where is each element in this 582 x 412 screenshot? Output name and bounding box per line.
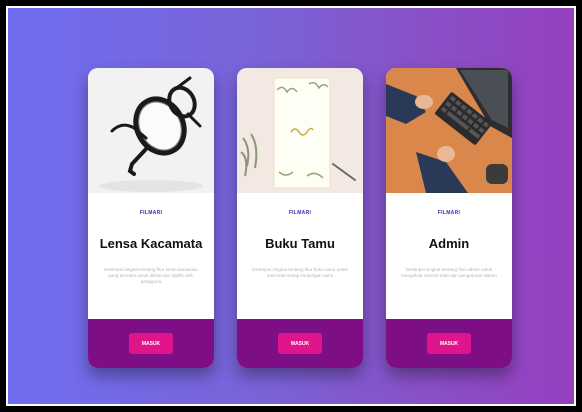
card-image xyxy=(237,68,363,193)
card-body: FILMARI Buku Tamu Deskripsi singkat tent… xyxy=(237,193,363,319)
card-body: FILMARI Admin Deskripsi singkat tentang … xyxy=(386,193,512,319)
card-tag: FILMARI xyxy=(139,210,163,216)
guestbook-icon xyxy=(237,68,363,193)
masuk-button[interactable]: MASUK xyxy=(427,333,471,354)
eyeglasses-icon xyxy=(88,68,214,193)
card-title: Buku Tamu xyxy=(265,236,335,251)
card-footer: MASUK xyxy=(237,319,363,368)
card-tag: FILMARI xyxy=(437,210,461,216)
card-admin: FILMARI Admin Deskripsi singkat tentang … xyxy=(386,68,512,368)
page-background: FILMARI Lensa Kacamata Deskripsi singkat… xyxy=(6,6,576,406)
card-lensa-kacamata: FILMARI Lensa Kacamata Deskripsi singkat… xyxy=(88,68,214,368)
card-description: Deskripsi singkat tentang fitur buku tam… xyxy=(252,267,348,278)
card-buku-tamu: FILMARI Buku Tamu Deskripsi singkat tent… xyxy=(237,68,363,368)
card-title: Lensa Kacamata xyxy=(99,236,203,251)
card-title: Admin xyxy=(428,236,470,251)
card-body: FILMARI Lensa Kacamata Deskripsi singkat… xyxy=(88,193,214,319)
card-description: Deskripsi singkat tentang fitur admin un… xyxy=(401,267,497,278)
masuk-button[interactable]: MASUK xyxy=(278,333,322,354)
card-image xyxy=(386,68,512,193)
card-footer: MASUK xyxy=(88,319,214,368)
card-image xyxy=(88,68,214,193)
card-description: Deskripsi singkat tentang fitur lensa ka… xyxy=(104,267,198,284)
masuk-button[interactable]: MASUK xyxy=(129,333,173,354)
card-footer: MASUK xyxy=(386,319,512,368)
card-tag: FILMARI xyxy=(288,210,312,216)
keyboard-icon xyxy=(386,68,512,193)
